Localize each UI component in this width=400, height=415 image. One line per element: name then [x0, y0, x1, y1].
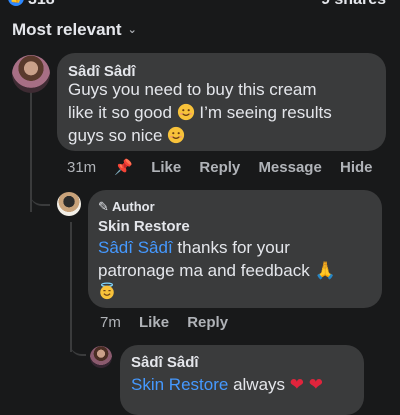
chevron-down-icon: ⌄ [127, 24, 137, 36]
reply-text: Skin Restore always ❤ ❤ [131, 374, 323, 396]
comment-time[interactable]: 31m [67, 159, 96, 176]
reply-text-1: thanks for your [177, 238, 290, 257]
avatar[interactable] [90, 346, 112, 368]
halo-emoji-icon [100, 282, 114, 300]
avatar[interactable] [57, 192, 81, 216]
comment-text-2b: I’m seeing results [199, 103, 332, 122]
like-button[interactable]: Like [139, 314, 169, 331]
reply-button[interactable]: Reply [199, 159, 240, 176]
author-badge-label: Author [112, 199, 155, 214]
sort-label: Most relevant [12, 20, 122, 39]
avatar[interactable] [12, 55, 50, 93]
reply-text-line-1: Sâdî Sâdî thanks for your [98, 237, 290, 259]
reply-text-line-2: patronage ma and feedback 🙏 [98, 260, 336, 282]
pencil-icon: ✎ [98, 199, 109, 214]
thread-line-2 [70, 222, 72, 352]
comment-text-line-1: Guys you need to buy this cream [68, 80, 317, 99]
reply-author[interactable]: Sâdî Sâdî [131, 354, 199, 371]
like-badge-icon: 👍 [8, 0, 24, 6]
heart-emoji-icon: ❤ [308, 375, 323, 394]
reply-time[interactable]: 7m [100, 314, 121, 331]
mention-link[interactable]: Sâdî Sâdî [98, 238, 173, 257]
smile-emoji-icon [177, 103, 194, 121]
reply-button[interactable]: Reply [187, 314, 228, 331]
pray-emoji-icon: 🙏 [314, 261, 336, 280]
comment-bubble: Sâdî Sâdî Guys you need to buy this crea… [57, 53, 386, 151]
sort-dropdown[interactable]: Most relevant ⌄ [12, 20, 137, 40]
thread-elbow-2 [70, 340, 86, 356]
author-badge: ✎ Author [98, 199, 155, 215]
like-button[interactable]: Like [151, 159, 181, 176]
reply-bubble: ✎ Author Skin Restore Sâdî Sâdî thanks f… [88, 190, 382, 308]
reply-text-line-3 [98, 282, 116, 302]
comment-author[interactable]: Sâdî Sâdî [68, 63, 136, 80]
comment-text-line-3: guys so nice [68, 125, 185, 147]
mention-link[interactable]: Skin Restore [131, 375, 228, 394]
reactions-bar: 👍 318 9 shares [0, 0, 400, 12]
comment-text-3: guys so nice [68, 126, 163, 145]
thread-elbow [30, 190, 50, 206]
comment-actions: 31m 📌 Like Reply Message Hide [67, 158, 373, 176]
reply-author[interactable]: Skin Restore [98, 218, 190, 235]
reply-actions: 7m Like Reply [100, 314, 228, 331]
smile-emoji-icon [168, 126, 185, 144]
hide-button[interactable]: Hide [340, 159, 373, 176]
reply-text-2: patronage ma and feedback [98, 261, 310, 280]
reply-text-1: always [233, 375, 286, 394]
message-button[interactable]: Message [258, 159, 321, 176]
shares-count[interactable]: 9 shares [321, 0, 386, 9]
comment-text-2a: like it so good [68, 103, 172, 122]
comment-text-line-2: like it so good I’m seeing results [68, 102, 332, 124]
heart-emoji-icon: ❤ [289, 375, 305, 394]
reaction-count[interactable]: 318 [28, 0, 55, 9]
reply-bubble: Sâdî Sâdî Skin Restore always ❤ ❤ [120, 345, 364, 415]
pin-icon[interactable]: 📌 [114, 159, 133, 176]
